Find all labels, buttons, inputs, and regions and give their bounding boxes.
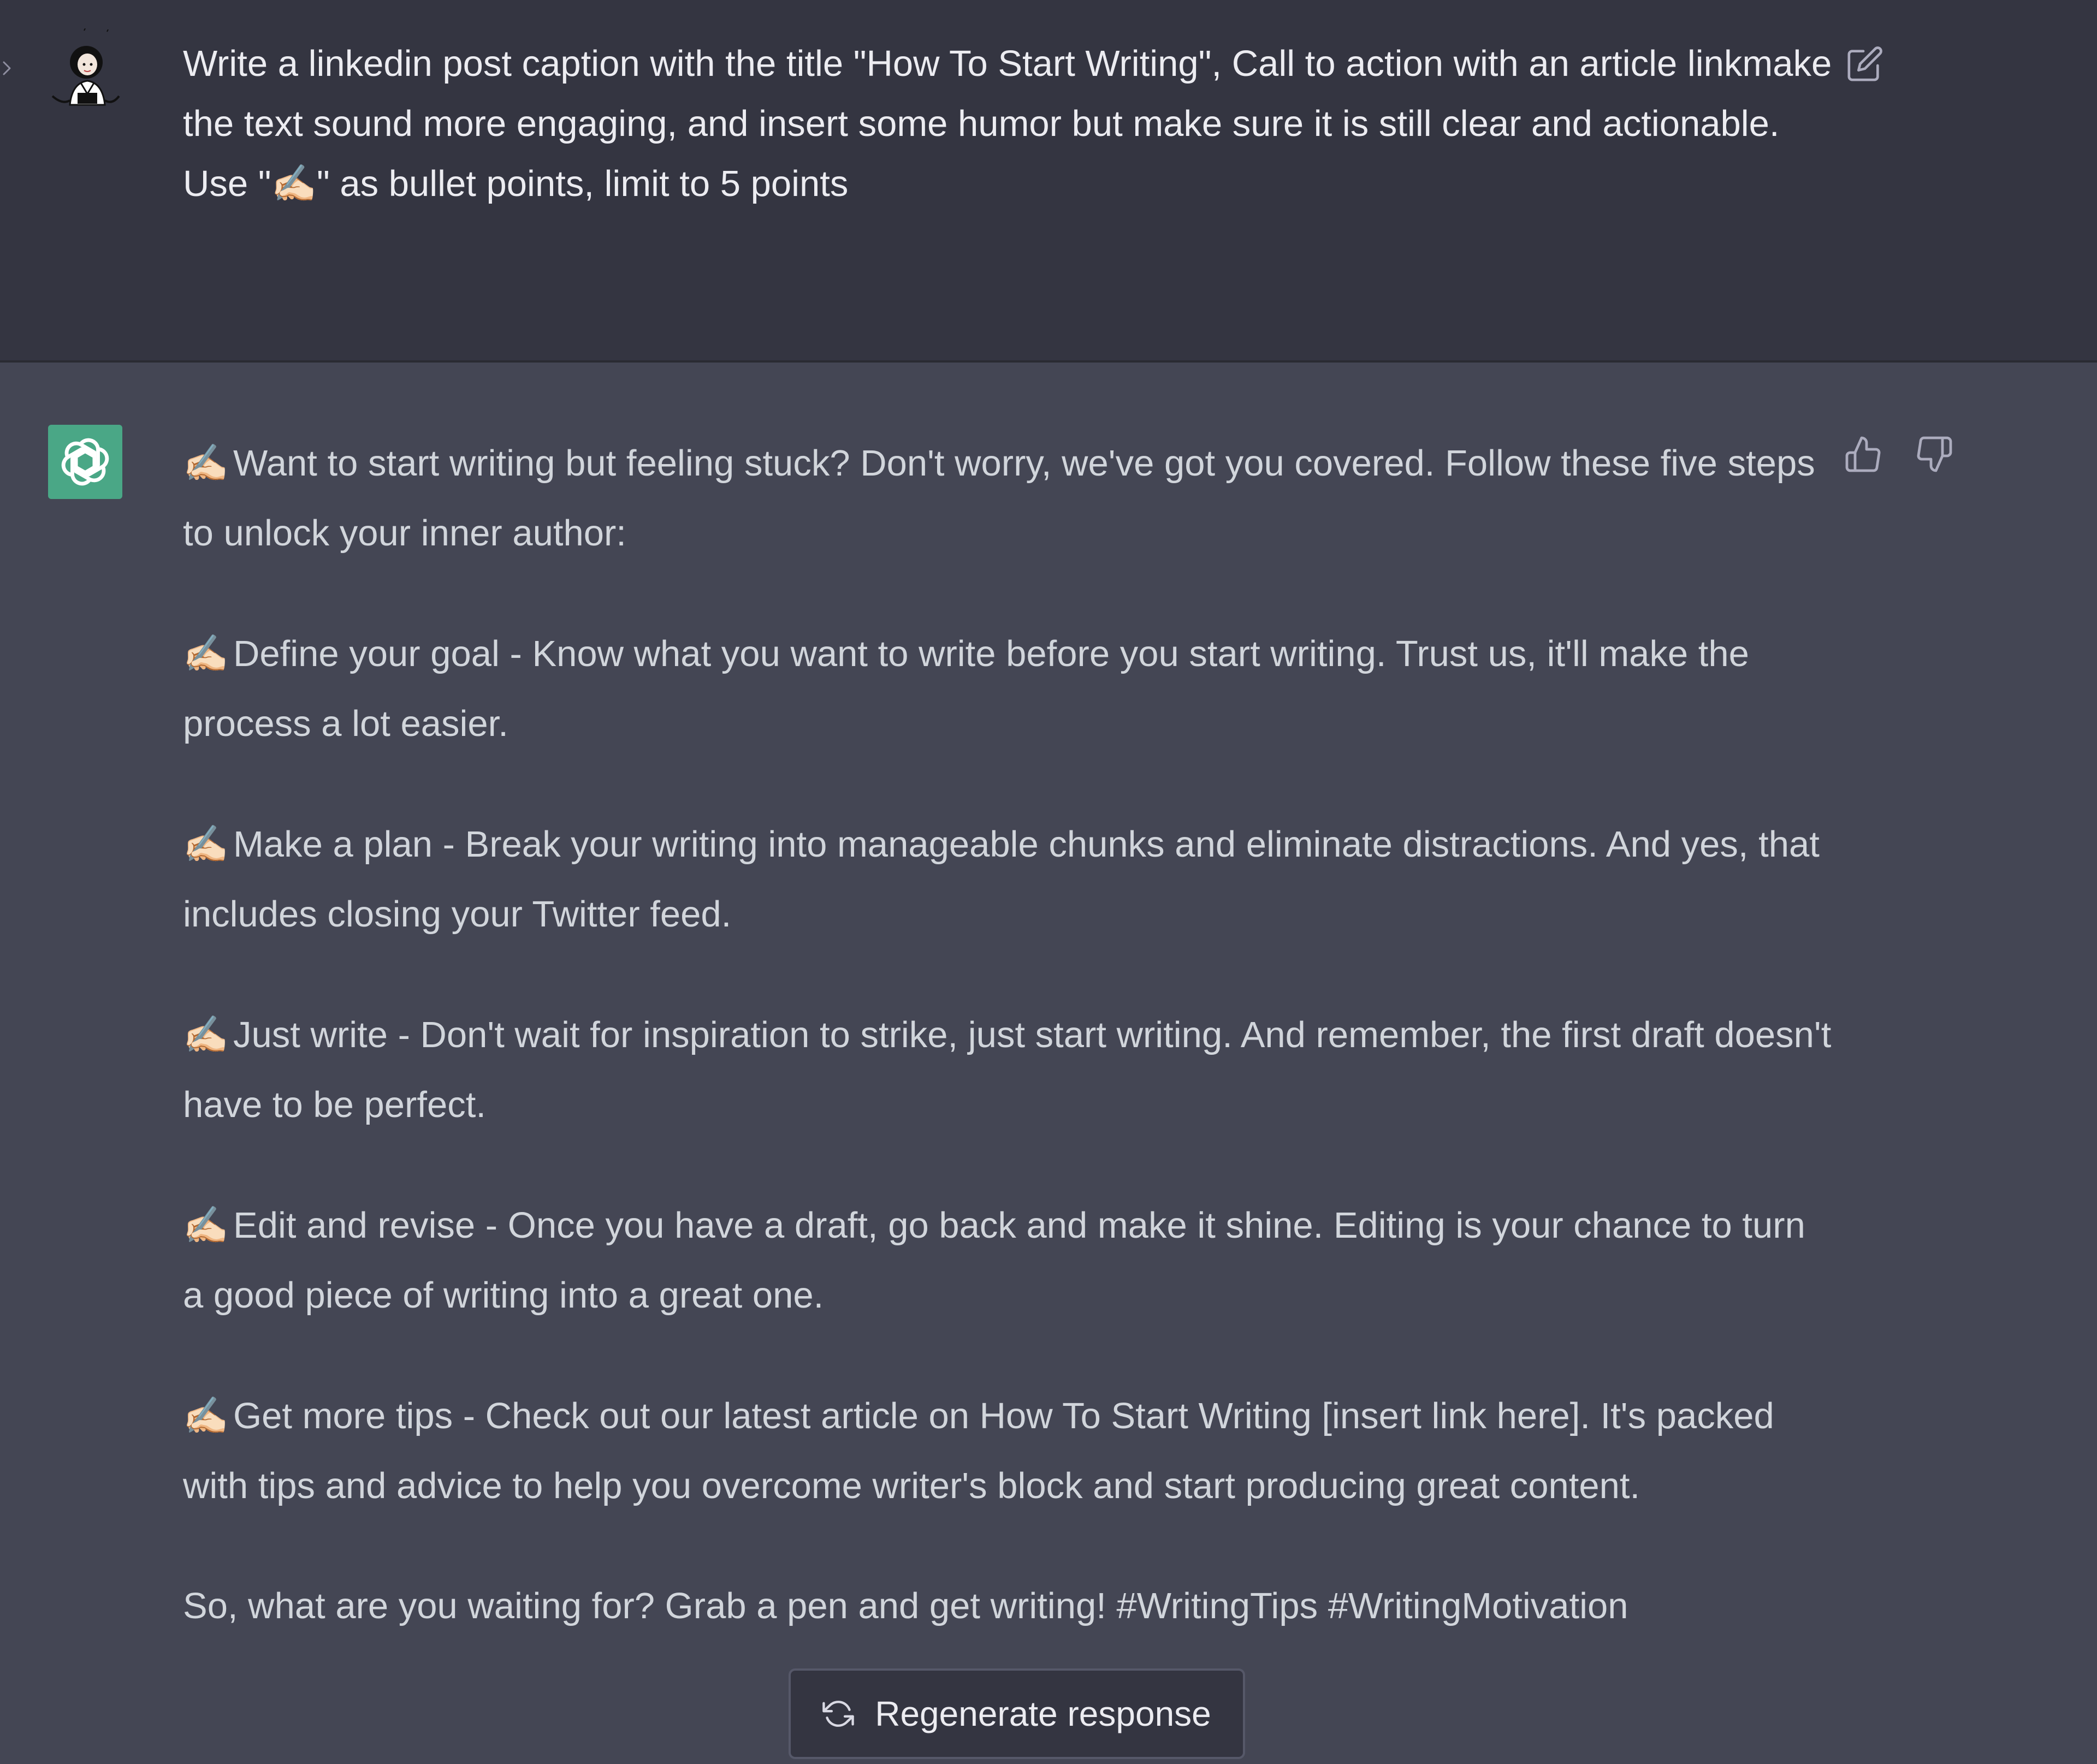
regenerate-response-label: Regenerate response xyxy=(875,1694,1211,1733)
thumbs-down-button[interactable] xyxy=(1912,432,1956,476)
thumbs-up-button[interactable] xyxy=(1841,432,1885,476)
regenerate-response-button[interactable]: Regenerate response xyxy=(789,1668,1245,1759)
list-item-text: Define your goal - Know what you want to… xyxy=(183,633,1749,744)
writing-hand-icon: ✍🏻 xyxy=(183,1013,229,1056)
writing-hand-icon: ✍🏻 xyxy=(183,1204,229,1246)
list-item-text: Just write - Don't wait for inspiration … xyxy=(183,1014,1832,1125)
list-item: ✍🏻 Just write - Don't wait for inspiratio… xyxy=(183,1000,1832,1140)
list-item-text: Edit and revise - Once you have a draft,… xyxy=(183,1205,1805,1316)
list-item-text: Make a plan - Break your writing into ma… xyxy=(183,824,1820,935)
assistant-response: ✍🏻 Want to start writing but feeling stuc… xyxy=(183,428,1832,1641)
edit-message-button[interactable] xyxy=(1845,44,1885,84)
chevron-right-icon xyxy=(3,61,11,75)
response-intro: ✍🏻 Want to start writing but feeling stuc… xyxy=(183,428,1832,568)
user-message-row: Write a linkedin post caption with the t… xyxy=(0,0,2097,363)
assistant-avatar xyxy=(48,425,122,499)
refresh-icon xyxy=(822,1701,854,1727)
writing-hand-icon: ✍🏻 xyxy=(183,632,229,675)
thumbs-down-icon xyxy=(1917,436,1952,472)
writing-hand-icon: ✍🏻 xyxy=(183,442,229,484)
edit-icon xyxy=(1847,46,1882,81)
writing-hand-icon: ✍🏻 xyxy=(183,1394,229,1437)
list-item: ✍🏻 Get more tips - Check out our latest a… xyxy=(183,1381,1832,1521)
list-item: ✍🏻 Make a plan - Break your writing into … xyxy=(183,809,1832,949)
response-closing: So, what are you waiting for? Grab a pen… xyxy=(183,1585,1628,1626)
thumbs-up-icon xyxy=(1845,436,1881,472)
writing-hand-icon: ✍🏻 xyxy=(183,823,229,865)
openai-logo-icon xyxy=(61,438,109,486)
user-prompt-text: Write a linkedin post caption with the t… xyxy=(183,43,1842,204)
list-item: ✍🏻 Define your goal - Know what you want … xyxy=(183,619,1832,759)
list-item-text: Get more tips - Check out our latest art… xyxy=(183,1395,1774,1506)
response-intro-text: Want to start writing but feeling stuck?… xyxy=(183,443,1815,554)
user-avatar xyxy=(46,28,125,110)
sidebar-toggle-button[interactable] xyxy=(0,55,14,82)
assistant-message-row: ✍🏻 Want to start writing but feeling stuc… xyxy=(0,363,2097,1764)
list-item: ✍🏻 Edit and revise - Once you have a draf… xyxy=(183,1190,1832,1331)
